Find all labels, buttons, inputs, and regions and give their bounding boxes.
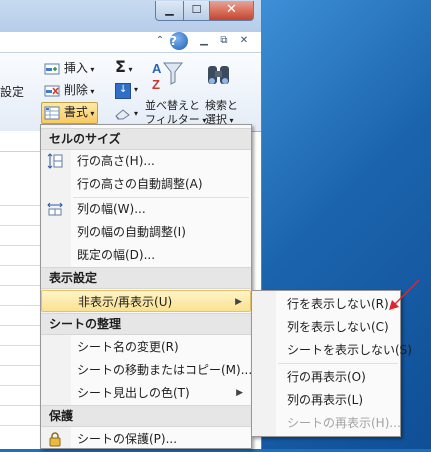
menu-item-move-copy-sheet[interactable]: シートの移動またはコピー(M)...	[41, 359, 252, 381]
delete-label: 削除	[63, 83, 88, 97]
maximize-button[interactable]: ☐	[183, 1, 210, 21]
menu-item-protect-sheet[interactable]: シートの保護(P)...	[41, 428, 251, 450]
submenu-separator	[278, 363, 398, 364]
menu-item-autofit-row[interactable]: 行の高さの自動調整(A)	[41, 173, 251, 195]
doc-close-icon[interactable]: ✕	[236, 33, 252, 49]
binoculars-icon[interactable]	[205, 63, 233, 89]
svg-text:A: A	[152, 61, 162, 76]
help-icon[interactable]: ?	[170, 32, 188, 50]
fill-down-icon[interactable]: ↓	[115, 83, 131, 99]
submenu-arrow-icon: ▶	[235, 297, 242, 307]
menu-item-tab-color[interactable]: シート見出しの色(T) ▶	[41, 382, 251, 404]
submenu-item-unhide-rows[interactable]: 行の再表示(O)	[252, 366, 400, 388]
insert-label: 挿入	[63, 61, 88, 75]
menu-item-column-width[interactable]: 列の幅(W)...	[41, 198, 251, 220]
clear-dropdown-icon[interactable]: ▾	[134, 109, 138, 118]
menu-item-autofit-column[interactable]: 列の幅の自動調整(I)	[41, 221, 251, 243]
menu-item-rename-sheet[interactable]: シート名の変更(R)	[41, 336, 251, 358]
clear-eraser-icon[interactable]	[114, 108, 132, 120]
section-visibility: 表示設定	[41, 267, 251, 289]
format-cells-icon	[44, 105, 60, 121]
submenu-item-hide-sheet[interactable]: シートを表示しない(S)	[252, 339, 412, 361]
row-height-icon	[47, 153, 63, 169]
format-label: 書式	[63, 105, 88, 119]
doc-restore-icon[interactable]: ⧉	[216, 33, 232, 49]
hide-unhide-submenu: 行を表示しない(R) 列を表示しない(C) シートを表示しない(S) 行の再表示…	[251, 290, 412, 437]
menu-item-default-width[interactable]: 既定の幅(D)...	[41, 244, 251, 266]
section-protection: 保護	[41, 405, 251, 427]
sum-icon: Σ	[115, 57, 126, 76]
menu-item-hide-unhide[interactable]: 非表示/再表示(U) ▶	[41, 290, 251, 312]
delete-button[interactable]: 削除 ▾	[44, 81, 94, 99]
insert-button[interactable]: 挿入 ▾	[44, 59, 94, 77]
submenu-item-unhide-columns[interactable]: 列の再表示(L)	[252, 389, 400, 411]
annotation-arrow-icon	[389, 279, 420, 310]
format-dropdown-menu: セルのサイズ 行の高さ(H)... 行の高さの自動調整(A) 列の幅(W)...…	[40, 124, 252, 449]
autosum-button[interactable]: Σ ▾	[115, 57, 133, 76]
ribbon-settings-fragment: 設定	[0, 85, 25, 99]
minimize-button[interactable]: ▁	[155, 1, 184, 21]
menu-item-row-height[interactable]: 行の高さ(H)...	[41, 150, 251, 172]
lock-icon	[47, 431, 63, 447]
ribbon-collapse-icon[interactable]: ⌃	[152, 33, 168, 49]
worksheet-grid[interactable]	[0, 165, 40, 449]
section-organize-sheets: シートの整理	[41, 313, 251, 335]
svg-text:Z: Z	[152, 77, 160, 92]
format-button[interactable]: 書式 ▾	[41, 102, 98, 124]
submenu-item-unhide-sheet: シートの再表示(H)...	[287, 416, 401, 430]
submenu-item-hide-rows[interactable]: 行を表示しない(R)	[252, 293, 400, 315]
submenu-item-hide-columns[interactable]: 列を表示しない(C)	[252, 316, 400, 338]
delete-cells-icon	[44, 83, 60, 99]
insert-cells-icon	[44, 61, 60, 77]
section-cell-size: セルのサイズ	[41, 128, 251, 150]
column-width-icon	[47, 201, 63, 217]
submenu-arrow-icon: ▶	[236, 388, 243, 398]
fill-dropdown-icon[interactable]: ▾	[134, 85, 138, 94]
doc-minimize-icon[interactable]: ▁	[196, 33, 212, 49]
title-bar: ▁ ☐ ✕	[0, 0, 261, 32]
close-button[interactable]: ✕	[209, 1, 254, 21]
formula-bar[interactable]	[0, 131, 40, 152]
sort-filter-icon[interactable]: AZ	[148, 59, 184, 95]
ribbon: 設定 挿入 ▾ 削除 ▾ 書式 ▾ Σ ▾ ↓ ▾ ▾ AZ 並べ替えと フィル…	[0, 52, 261, 132]
ribbon-helpbar: ⌃ ? ▁ ⧉ ✕	[150, 32, 260, 52]
